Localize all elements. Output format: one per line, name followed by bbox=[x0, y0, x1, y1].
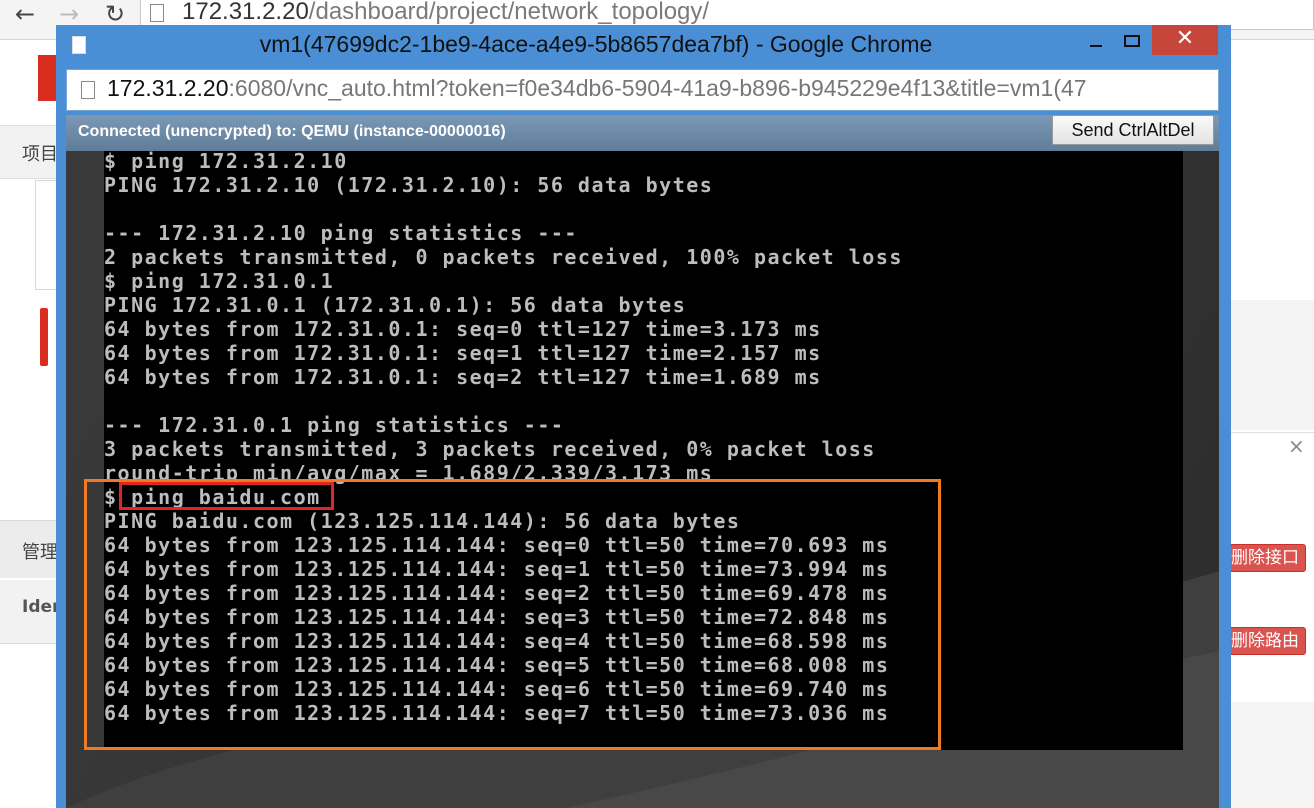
terminal-line: PING 172.31.0.1 (172.31.0.1): 56 data by… bbox=[104, 293, 687, 317]
terminal-line: --- 172.31.2.10 ping statistics --- bbox=[104, 221, 578, 245]
terminal-line: 64 bytes from 172.31.0.1: seq=1 ttl=127 … bbox=[104, 341, 822, 365]
terminal-line: 64 bytes from 172.31.0.1: seq=0 ttl=127 … bbox=[104, 317, 822, 341]
right-panel bbox=[1218, 300, 1314, 430]
close-window-button[interactable]: ✕ bbox=[1152, 25, 1218, 55]
minimize-icon[interactable] bbox=[1082, 29, 1110, 57]
terminal-line: PING 172.31.2.10 (172.31.2.10): 56 data … bbox=[104, 173, 714, 197]
address-url[interactable]: 172.31.2.20:6080/vnc_auto.html?token=f0e… bbox=[107, 75, 1215, 102]
address-bar[interactable]: 172.31.2.20:6080/vnc_auto.html?token=f0e… bbox=[66, 69, 1219, 111]
nav-label-identity: Ider bbox=[22, 597, 61, 617]
connection-status: Connected (unencrypted) to: QEMU (instan… bbox=[78, 123, 506, 140]
url-host: 172.31.2.20 bbox=[107, 75, 229, 101]
highlight-box-ping-command bbox=[119, 482, 334, 510]
url-path: :6080/vnc_auto.html?token=f0e34db6-5904-… bbox=[228, 75, 1087, 101]
nav-label-project: 项目 bbox=[22, 144, 58, 165]
page-icon bbox=[81, 81, 95, 99]
terminal-line: 64 bytes from 172.31.0.1: seq=2 ttl=127 … bbox=[104, 365, 822, 389]
maximize-icon[interactable] bbox=[1118, 29, 1146, 57]
right-lower-panel bbox=[1218, 702, 1314, 808]
background-url-host: 172.31.2.20 bbox=[182, 0, 309, 25]
vnc-status-bar: Connected (unencrypted) to: QEMU (instan… bbox=[66, 115, 1219, 151]
back-arrow-icon[interactable]: ← bbox=[12, 2, 38, 28]
highlight-box-ping-output bbox=[84, 479, 941, 750]
terminal-line: 3 packets transmitted, 3 packets receive… bbox=[104, 437, 876, 461]
delete-interface-button[interactable]: 删除接口 bbox=[1224, 544, 1306, 572]
window-titlebar[interactable]: vm1(47699dc2-1be9-4ace-a4e9-5b8657dea7bf… bbox=[56, 25, 1231, 65]
delete-router-button[interactable]: 删除路由 bbox=[1224, 627, 1306, 655]
window-title: vm1(47699dc2-1be9-4ace-a4e9-5b8657dea7bf… bbox=[259, 31, 933, 57]
active-indicator bbox=[40, 308, 48, 366]
terminal-line: $ ping 172.31.0.1 bbox=[104, 269, 335, 293]
background-url-path: /dashboard/project/network_topology/ bbox=[308, 0, 710, 25]
page-icon bbox=[150, 4, 164, 22]
close-icon[interactable]: × bbox=[1288, 434, 1305, 458]
send-ctrl-alt-del-button[interactable]: Send CtrlAltDel bbox=[1052, 115, 1214, 145]
background-url[interactable]: 172.31.2.20/dashboard/project/network_to… bbox=[182, 0, 709, 26]
terminal-line: --- 172.31.0.1 ping statistics --- bbox=[104, 413, 565, 437]
terminal-line: $ ping 172.31.2.10 bbox=[104, 151, 348, 173]
terminal-line: 2 packets transmitted, 0 packets receive… bbox=[104, 245, 903, 269]
nav-label-admin: 管理 bbox=[22, 542, 58, 563]
